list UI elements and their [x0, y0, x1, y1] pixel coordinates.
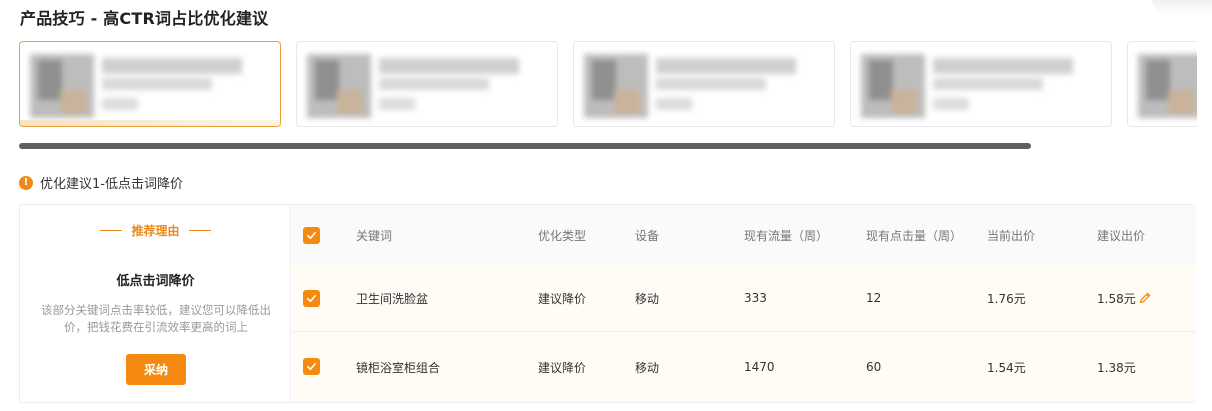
suggestion-hint: ! 优化建议1-低点击词降价: [19, 173, 183, 192]
col-header-suggested-bid: 建议出价: [1097, 228, 1146, 243]
suggestion-title: 优化建议1-低点击词降价: [40, 177, 183, 192]
cell-suggested-bid-wrap: 1.58元: [1097, 265, 1152, 331]
col-header-device: 设备: [635, 228, 660, 243]
col-header-current-bid: 当前出价: [987, 228, 1036, 243]
col-header-traffic: 现有流量（周）: [744, 228, 829, 243]
cell-type: 建议降价: [538, 291, 587, 306]
keyword-table: 关键词 优化类型 设备 现有流量（周） 现有点击量（周） 当前出价 建议出价 卫…: [292, 205, 1196, 402]
product-card[interactable]: [573, 41, 835, 127]
cell-device: 移动: [635, 291, 660, 306]
product-carousel: [19, 41, 1197, 131]
cell-clicks: 12: [866, 291, 882, 305]
product-thumbnail: [861, 54, 925, 118]
reason-heading: 推荐理由: [20, 222, 291, 239]
product-card[interactable]: [296, 41, 558, 127]
row-checkbox[interactable]: [303, 358, 320, 375]
carousel-scrollbar[interactable]: [19, 143, 1031, 149]
col-header-clicks: 现有点击量（周）: [866, 228, 963, 243]
product-thumbnail: [1138, 54, 1197, 118]
reason-title: 低点击词降价: [116, 274, 195, 289]
suggestion-panel: 推荐理由 低点击词降价 该部分关键词点击率较低，建议您可以降低出 价，把钱花费在…: [19, 204, 1196, 403]
cell-keyword: 镜柜浴室柜组合: [356, 360, 441, 375]
cell-type: 建议降价: [538, 360, 587, 375]
cell-current-bid: 1.76元: [987, 291, 1026, 306]
cell-suggested-bid: 1.38元: [1097, 360, 1136, 375]
product-card[interactable]: [19, 41, 281, 127]
edit-pencil-icon[interactable]: [1138, 291, 1152, 305]
cell-traffic: 333: [744, 291, 767, 305]
cell-suggested-bid: 1.58元: [1097, 291, 1136, 306]
select-all-checkbox[interactable]: [303, 227, 320, 244]
corner-shadow: [1152, 0, 1212, 14]
cell-clicks: 60: [866, 360, 882, 374]
reason-heading-label: 推荐理由: [131, 224, 180, 238]
info-icon: !: [19, 175, 33, 190]
row-checkbox[interactable]: [303, 290, 320, 307]
adopt-button[interactable]: 采纳: [126, 354, 186, 385]
check-icon: [307, 362, 316, 371]
table-row: 卫生间洗脸盆 建议降价 移动 333 12 1.76元 1.58元: [292, 265, 1196, 332]
cell-traffic: 1470: [744, 360, 775, 374]
product-thumbnail: [30, 54, 94, 118]
product-card[interactable]: [850, 41, 1112, 127]
cell-device: 移动: [635, 360, 660, 375]
check-icon: [307, 294, 316, 303]
cell-current-bid: 1.54元: [987, 360, 1026, 375]
product-card[interactable]: [1127, 41, 1197, 127]
col-header-keyword: 关键词: [356, 228, 393, 243]
cell-keyword: 卫生间洗脸盆: [356, 291, 429, 306]
page-title: 产品技巧 - 高CTR词占比优化建议: [20, 9, 269, 28]
product-thumbnail: [307, 54, 371, 118]
product-thumbnail: [584, 54, 648, 118]
reason-section: 推荐理由 低点击词降价 该部分关键词点击率较低，建议您可以降低出 价，把钱花费在…: [20, 205, 291, 402]
col-header-type: 优化类型: [538, 228, 587, 243]
table-header: 关键词 优化类型 设备 现有流量（周） 现有点击量（周） 当前出价 建议出价: [292, 205, 1196, 265]
table-row: 镜柜浴室柜组合 建议降价 移动 1470 60 1.54元 1.38元: [292, 332, 1196, 402]
check-icon: [307, 231, 316, 240]
reason-description: 该部分关键词点击率较低，建议您可以降低出 价，把钱花费在引流效率更高的词上: [41, 303, 271, 334]
